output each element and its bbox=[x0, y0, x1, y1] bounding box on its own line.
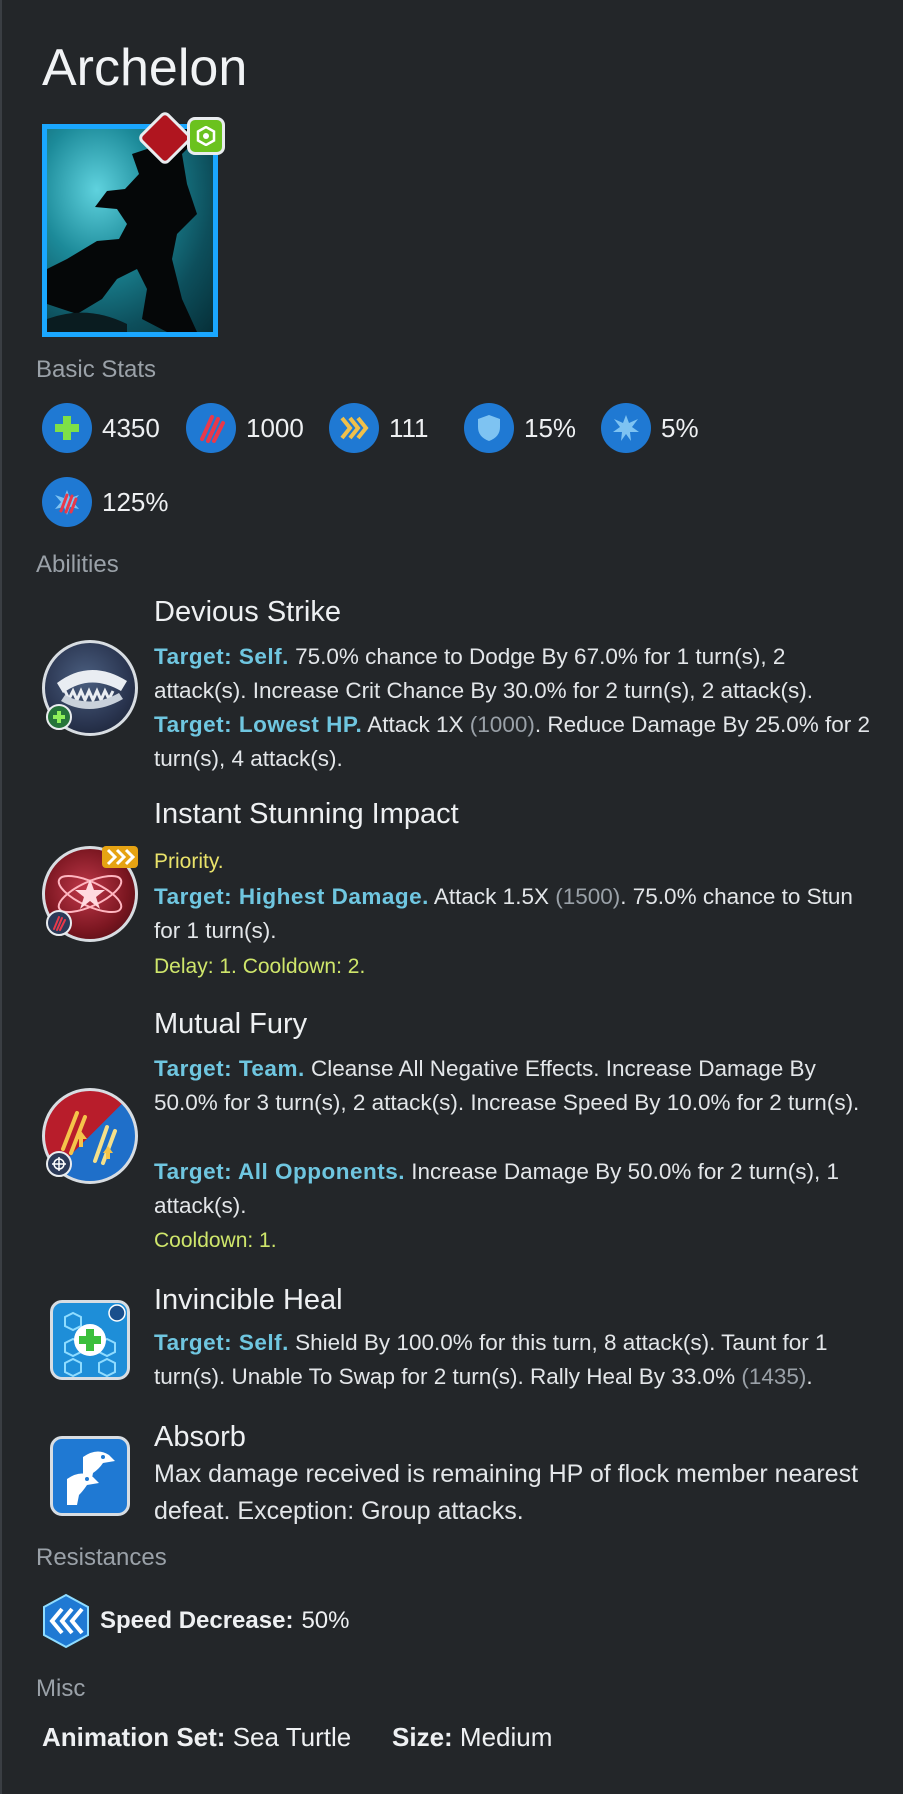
ability-title: Devious Strike bbox=[154, 596, 341, 628]
silhouette-image bbox=[47, 129, 197, 332]
creature-detail-page: Archelon Basic Stats 4350 1000 111 15% 5… bbox=[0, 0, 903, 1794]
ability-effect: Target: Self. 75.0% chance to Dodge By 6… bbox=[154, 644, 813, 703]
animation-set: Animation Set: Sea Turtle bbox=[42, 1722, 352, 1752]
damage-mini-icon bbox=[46, 910, 72, 936]
delay-cooldown: Delay: 1. Cooldown: 2. bbox=[154, 955, 366, 978]
ability-effect: Target: Highest Damage. Attack 1.5X (150… bbox=[154, 884, 853, 943]
stat-armor: 15% bbox=[464, 402, 576, 454]
resistances-heading: Resistances bbox=[36, 1544, 167, 1571]
health-icon bbox=[42, 403, 92, 453]
stat-crit-chance: 5% bbox=[601, 402, 699, 454]
crit-chance-icon bbox=[601, 403, 651, 453]
armor-icon bbox=[464, 403, 514, 453]
abilities-heading: Abilities bbox=[36, 551, 119, 578]
heal-mini-icon bbox=[46, 704, 72, 730]
priority-chevron-icon bbox=[102, 846, 138, 868]
speed-icon bbox=[329, 403, 379, 453]
ability-effect: Target: All Opponents. Increase Damage B… bbox=[154, 1159, 839, 1218]
damage-icon bbox=[186, 403, 236, 453]
crit-damage-icon bbox=[42, 477, 92, 527]
stat-crit-damage: 125% bbox=[42, 476, 169, 528]
ability-title: Invincible Heal bbox=[154, 1284, 343, 1316]
cooldown: Cooldown: 1. bbox=[154, 1229, 277, 1252]
ability-effect: Target: Lowest HP. Attack 1X (1000). Red… bbox=[154, 712, 871, 771]
ability-title: Instant Stunning Impact bbox=[154, 798, 459, 830]
ability-title: Mutual Fury bbox=[154, 1008, 308, 1040]
stat-speed: 111 bbox=[329, 402, 429, 454]
ability-description: Max damage received is remaining HP of f… bbox=[154, 1460, 859, 1525]
flock-icon bbox=[50, 1436, 130, 1516]
speed-mini-icon bbox=[46, 1151, 72, 1177]
basic-stats-heading: Basic Stats bbox=[36, 356, 157, 383]
creature-portrait[interactable] bbox=[42, 124, 218, 337]
stat-damage: 1000 bbox=[186, 402, 304, 454]
misc-heading: Misc bbox=[36, 1675, 86, 1702]
ability-effect: Target: Team. Cleanse All Negative Effec… bbox=[154, 1056, 860, 1115]
priority-label: Priority. bbox=[154, 850, 224, 873]
resistance-speed-decrease: Speed Decrease: 50% bbox=[42, 1593, 350, 1649]
ability-title: Absorb bbox=[154, 1421, 246, 1453]
shield-heal-icon bbox=[50, 1300, 130, 1380]
size: Size: Medium bbox=[392, 1722, 553, 1752]
rarity-badge-icon bbox=[187, 117, 225, 155]
creature-name: Archelon bbox=[42, 39, 248, 97]
ability-effect: Target: Self. Shield By 100.0% for this … bbox=[154, 1330, 828, 1389]
speed-decrease-icon bbox=[43, 1593, 89, 1649]
stat-health: 4350 bbox=[42, 402, 160, 454]
